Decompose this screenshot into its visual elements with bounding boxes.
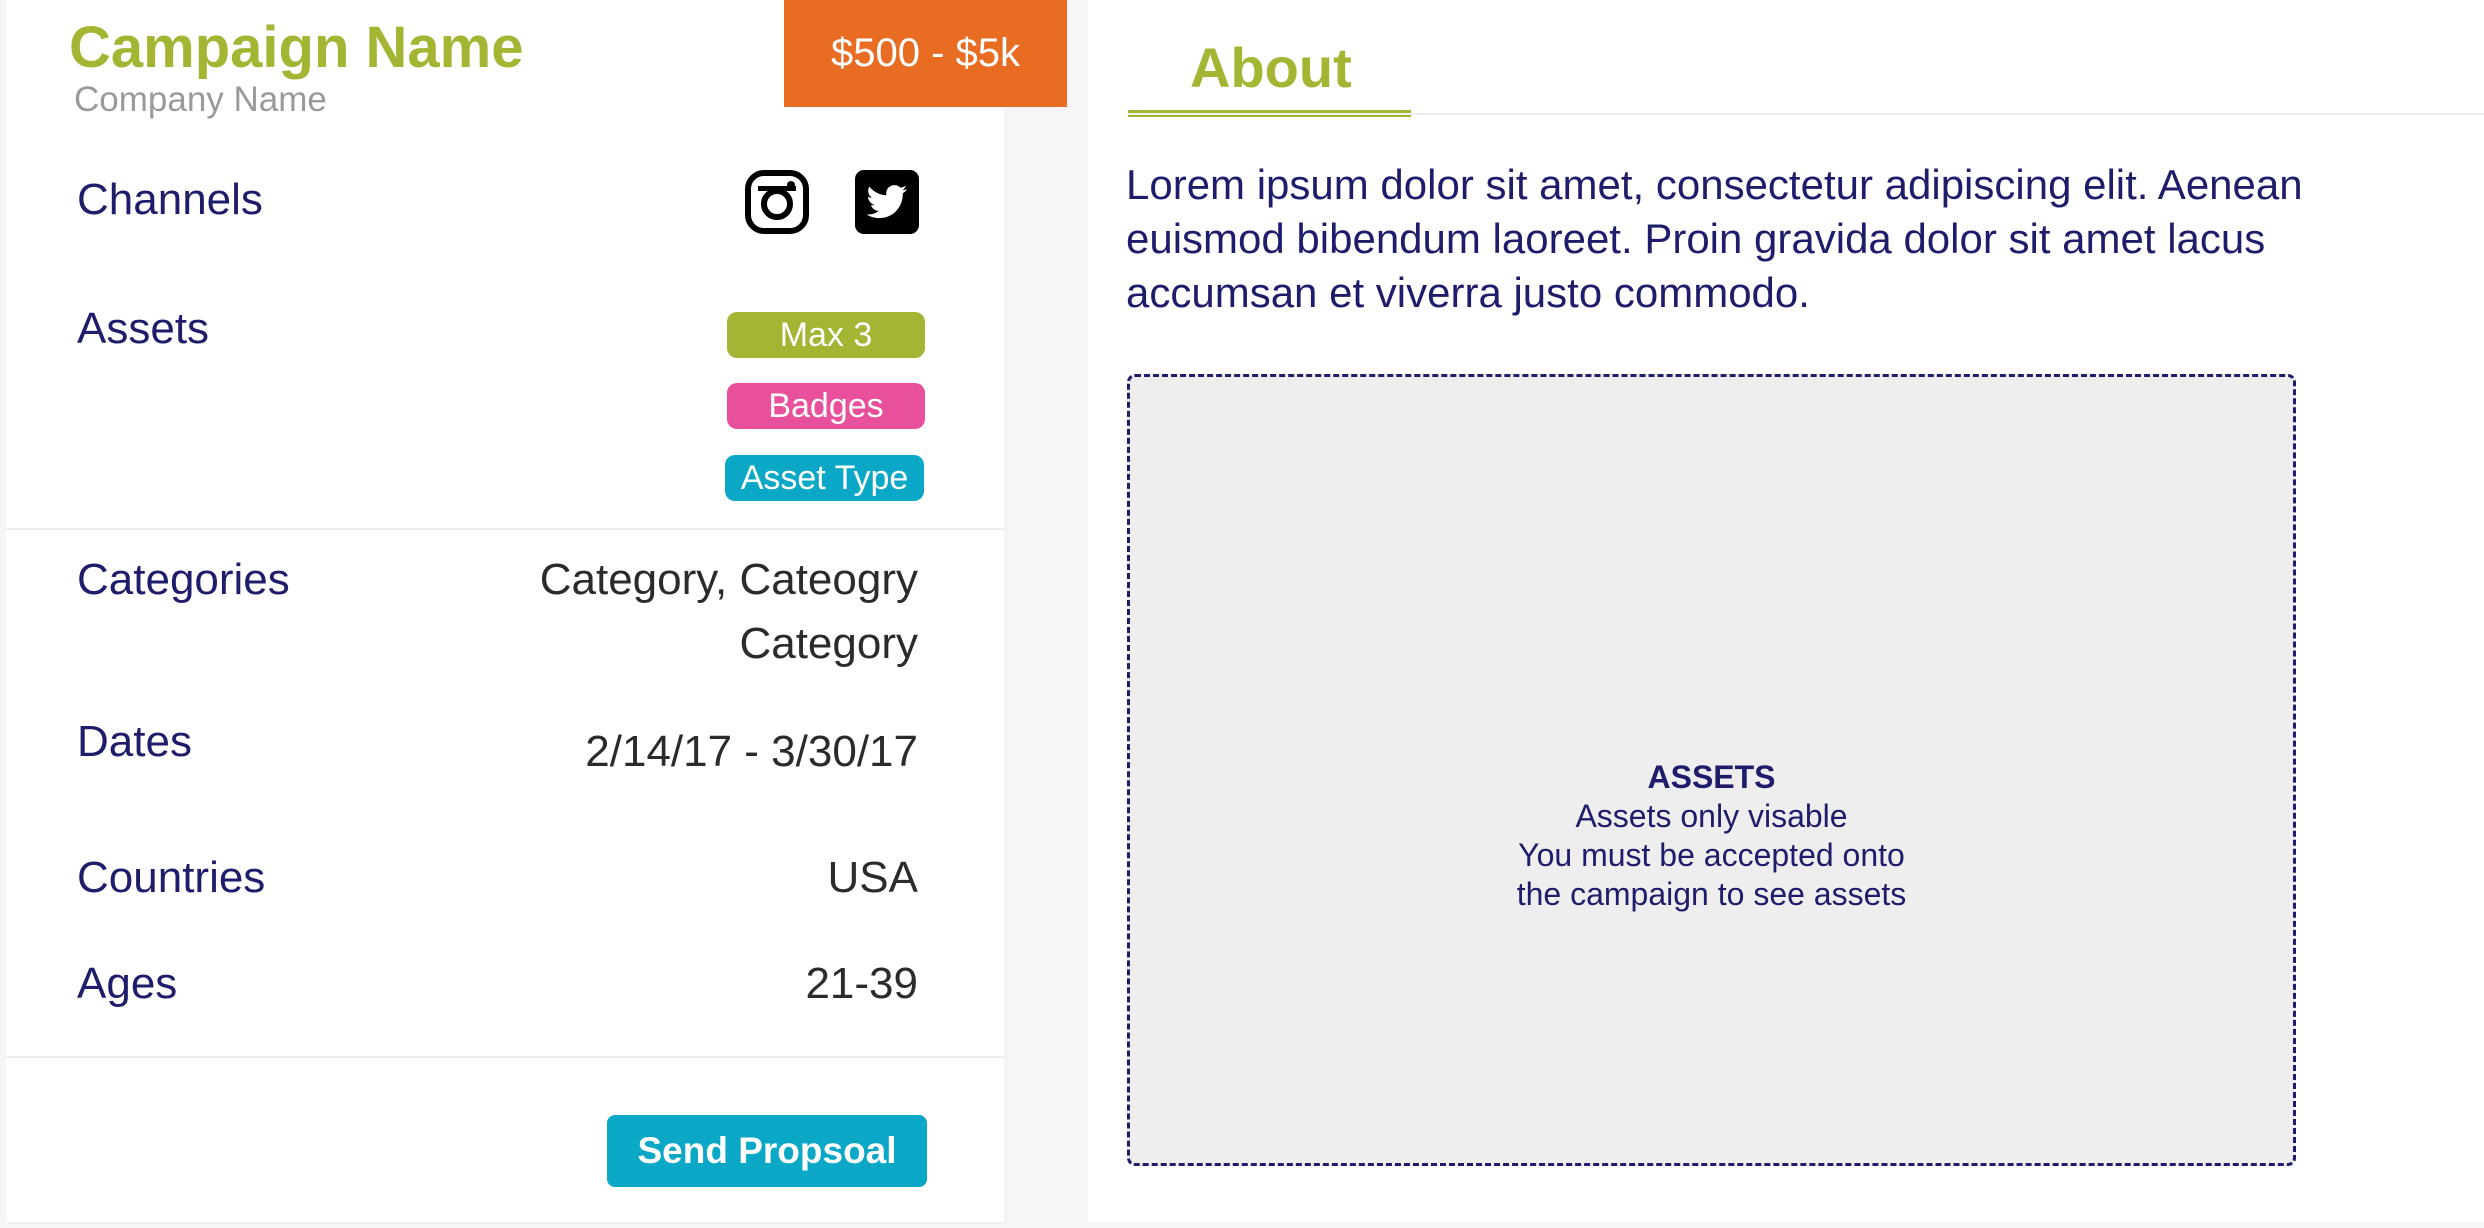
- assets-placeholder: ASSETS Assets only visable You must be a…: [1127, 374, 2296, 1166]
- asset-pill-max: Max 3: [727, 312, 925, 358]
- assets-label: Assets: [77, 304, 210, 353]
- categories-value-line2: Category: [739, 619, 918, 668]
- campaign-title: Campaign Name: [69, 15, 524, 80]
- assets-message: ASSETS Assets only visable You must be a…: [1130, 757, 2293, 914]
- about-description: Lorem ipsum dolor sit amet, consectetur …: [1126, 161, 2303, 316]
- tab-about[interactable]: About: [1128, 32, 1411, 117]
- dates-value: 2/14/17 - 3/30/17: [585, 727, 918, 776]
- tab-about-label: About: [1190, 36, 1352, 99]
- countries-value: USA: [827, 853, 918, 902]
- budget-badge: $500 - $5k: [784, 0, 1067, 107]
- asset-pill-asset-type: Asset Type: [725, 455, 924, 501]
- divider: [6, 1056, 1004, 1058]
- dates-label: Dates: [77, 717, 192, 766]
- instagram-icon[interactable]: [745, 170, 809, 234]
- channels-label: Channels: [77, 175, 263, 224]
- company-name: Company Name: [74, 80, 327, 119]
- categories-value-line1: Category, Cateogry: [539, 555, 918, 604]
- categories-label: Categories: [77, 555, 290, 604]
- ages-label: Ages: [77, 959, 178, 1008]
- campaign-details-card: Campaign Name Company Name $500 - $5k Ch…: [6, 0, 1067, 1222]
- asset-pill-badges: Badges: [727, 383, 925, 429]
- assets-message-line2: You must be accepted onto: [1518, 837, 1905, 873]
- assets-message-line1: Assets only visable: [1575, 798, 1848, 834]
- assets-message-line3: the campaign to see assets: [1516, 876, 1907, 912]
- tab-baseline: [1128, 113, 2484, 115]
- countries-label: Countries: [77, 853, 266, 902]
- ages-value: 21-39: [805, 959, 918, 1008]
- send-proposal-button[interactable]: Send Propsoal: [607, 1115, 927, 1187]
- assets-title: ASSETS: [1647, 759, 1776, 795]
- divider: [6, 528, 1004, 530]
- twitter-icon[interactable]: [855, 170, 919, 234]
